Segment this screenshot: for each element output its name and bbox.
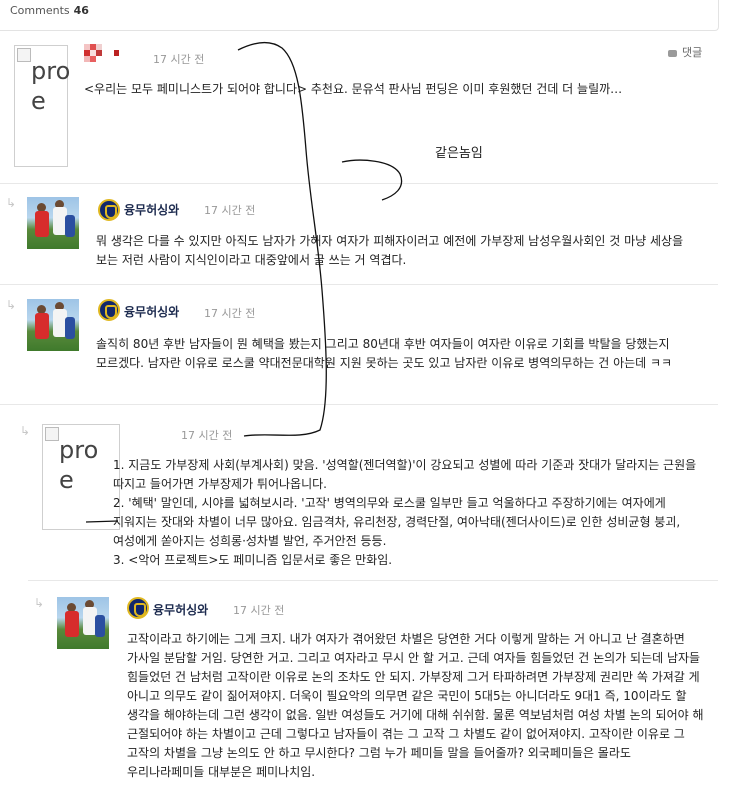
comments-header: Comments 46 [0,0,719,31]
comment-time: 17 시간 전 [233,604,285,617]
team-badge-icon [98,199,120,221]
comment-time: 17 시간 전 [204,307,256,320]
comments-count: 46 [73,4,89,17]
handwritten-annotation: 같은놈임 [435,146,483,161]
comment-line: 2. '혜택' 말인데, 시야를 넓혀보시라. '고작' 병역의무와 로스쿨 일… [113,496,681,548]
reply-arrow-icon: ↳ [34,596,45,610]
reply-arrow-icon: ↳ [20,424,31,438]
reply-button[interactable]: 댓글 [668,44,702,60]
avatar[interactable] [57,597,109,649]
comment-time: 17 시간 전 [204,204,256,217]
reply-arrow-icon: ↳ [6,196,17,210]
comment-body: 고작이라고 하기에는 그게 크지. 내가 여자가 겪어왔던 차별은 당연한 거다… [127,632,704,779]
avatar-broken-image[interactable]: pro e [14,45,70,167]
comment-line: 3. <악어 프로젝트>도 페미니즘 입문서로 좋은 만화임. [113,553,393,567]
avatar[interactable] [27,197,79,249]
team-badge-icon [98,299,120,321]
reply-arrow-icon: ↳ [6,298,17,312]
divider [0,183,718,184]
speech-bubble-icon [668,49,677,57]
comment-author[interactable]: 융무허싱와 [124,303,179,320]
censored-author-name [84,44,124,66]
comment-body: 솔직히 80년 후반 남자들이 뭔 혜택을 봤는지 그리고 80년대 후반 여자… [96,337,673,370]
comment-body: 뭐 생각은 다를 수 있지만 아직도 남자가 가해자 여자가 피해자이러고 예전… [96,234,684,267]
divider [28,580,718,581]
comment-body: <우리는 모두 페미니스트가 되어야 합니다> 추천요. 문유석 판사님 펀딩은… [84,82,623,96]
comment-time: 17 시간 전 [153,53,205,66]
avatar-broken-image[interactable]: pro e [42,424,120,530]
divider [0,404,718,405]
divider [0,284,718,285]
comment-body: 1. 지금도 가부장제 사회(부계사회) 맞음. '성역할(젠더역할)'이 강요… [113,456,705,570]
comment-time: 17 시간 전 [181,429,233,442]
comments-count-label: Comments 46 [10,4,89,17]
comment-author[interactable]: 융무허싱와 [124,201,179,218]
avatar[interactable] [27,299,79,351]
comment-line: 1. 지금도 가부장제 사회(부계사회) 맞음. '성역할(젠더역할)'이 강요… [113,458,697,491]
comment-author[interactable]: 융무허싱와 [153,601,208,618]
team-badge-icon [127,597,149,619]
